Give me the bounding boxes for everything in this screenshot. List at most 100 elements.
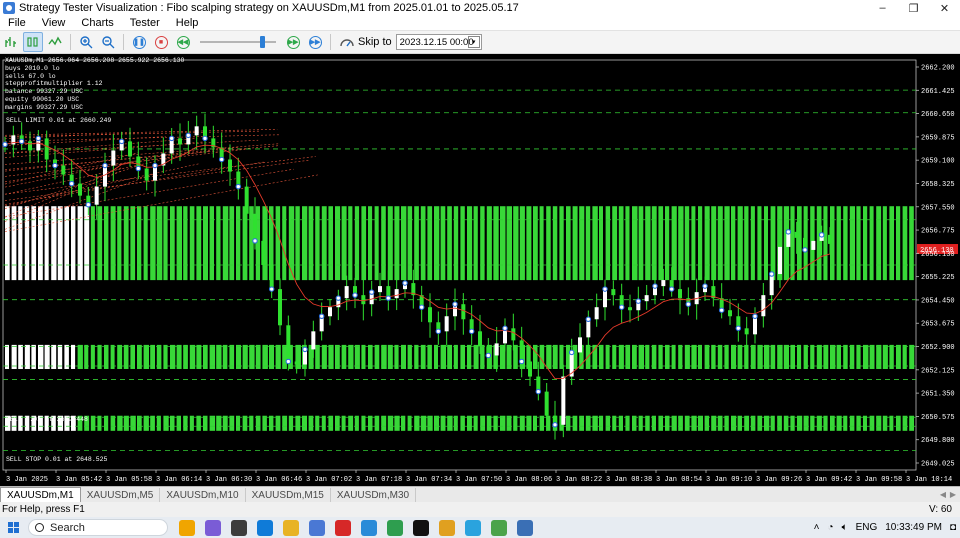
tab-xauusdm-m30[interactable]: XAUUSDm,M30 bbox=[331, 488, 417, 502]
order-zone-bar bbox=[123, 415, 129, 431]
order-zone-bar bbox=[170, 344, 176, 369]
copilot-icon[interactable] bbox=[205, 519, 221, 536]
emoji-app-icon[interactable] bbox=[439, 519, 455, 536]
step-forward-button[interactable]: ▶▶ bbox=[305, 32, 325, 52]
minimize-button[interactable]: – bbox=[867, 0, 898, 16]
scroll-left-icon[interactable]: ◀ bbox=[938, 489, 948, 499]
order-zone-bar bbox=[830, 344, 836, 369]
order-zone-bar bbox=[203, 344, 208, 369]
zoom-out-icon bbox=[102, 36, 115, 49]
order-label-sell-stop: SELL STOP 0.01 at 2648.525 bbox=[6, 456, 108, 463]
order-zone-bar bbox=[783, 415, 789, 431]
network-icon[interactable]: ◔ bbox=[828, 522, 834, 533]
faster-button[interactable]: ▶▶ bbox=[283, 32, 303, 52]
order-trace-line bbox=[4, 148, 247, 177]
order-zone-bar bbox=[434, 415, 440, 431]
language-indicator[interactable]: ENG bbox=[856, 522, 878, 533]
order-zone-bar bbox=[764, 206, 768, 281]
order-zone-bar bbox=[44, 206, 49, 281]
order-zone-bar bbox=[698, 206, 703, 281]
taskbar-search[interactable]: Search bbox=[28, 519, 168, 536]
telegram-icon[interactable] bbox=[465, 519, 481, 536]
file-explorer-icon[interactable] bbox=[283, 519, 299, 536]
speed-slider[interactable] bbox=[200, 34, 276, 50]
restore-button[interactable]: ❐ bbox=[898, 0, 929, 16]
order-zone-bar bbox=[889, 344, 894, 369]
trade-marker bbox=[485, 352, 492, 359]
tradingview-icon[interactable] bbox=[413, 519, 429, 536]
order-zone-bar bbox=[18, 206, 23, 281]
menu-charts[interactable]: Charts bbox=[73, 17, 121, 29]
windows-start-icon[interactable] bbox=[8, 521, 20, 534]
candlestick-chart-button[interactable] bbox=[23, 32, 43, 52]
order-zone-bar bbox=[658, 344, 663, 369]
settings-icon[interactable] bbox=[517, 519, 533, 536]
order-zone-bar bbox=[539, 344, 545, 369]
bar-chart-button[interactable] bbox=[1, 32, 21, 52]
order-zone-bar bbox=[156, 344, 162, 369]
menu-file[interactable]: File bbox=[0, 17, 34, 29]
store-icon[interactable] bbox=[361, 519, 377, 536]
order-zone-bar bbox=[876, 206, 882, 281]
price-tick-label: 2650.575 bbox=[921, 414, 955, 422]
calculator-icon[interactable] bbox=[231, 519, 247, 536]
opera-icon[interactable] bbox=[335, 519, 351, 536]
pause-icon: ❚❚ bbox=[132, 35, 146, 49]
trade-marker bbox=[568, 349, 575, 356]
price-tick-label: 2652.900 bbox=[921, 344, 955, 352]
chrome-icon[interactable] bbox=[387, 519, 403, 536]
trade-marker bbox=[85, 201, 92, 208]
order-zone-bar bbox=[869, 344, 875, 369]
fast-forward-icon: ▶▶ bbox=[286, 35, 300, 49]
edge-icon[interactable] bbox=[257, 519, 273, 536]
trade-marker bbox=[402, 280, 408, 286]
pause-button[interactable]: ❚❚ bbox=[129, 32, 149, 52]
trade-marker bbox=[352, 292, 358, 298]
order-zone-bar bbox=[823, 415, 828, 431]
order-zone-bar bbox=[843, 344, 848, 369]
close-button[interactable]: ✕ bbox=[929, 0, 960, 16]
order-zone-bar bbox=[150, 415, 155, 431]
zoom-in-button[interactable] bbox=[76, 32, 96, 52]
menu-tester[interactable]: Tester bbox=[122, 17, 168, 29]
order-zone-bar bbox=[104, 344, 109, 369]
order-zone-bar bbox=[440, 415, 446, 431]
trade-marker bbox=[785, 229, 792, 235]
notification-icon[interactable]: ◘ bbox=[950, 522, 956, 533]
tab-xauusdm-m15[interactable]: XAUUSDm,M15 bbox=[246, 488, 331, 502]
metatrader-icon[interactable] bbox=[491, 519, 507, 536]
candle-body bbox=[761, 295, 766, 317]
order-zone-bar bbox=[236, 206, 241, 281]
photos-icon[interactable] bbox=[309, 519, 325, 536]
line-chart-button[interactable] bbox=[45, 32, 65, 52]
order-zone-bar bbox=[203, 206, 208, 281]
time-tick-label: 3 Jan 09:42 bbox=[806, 476, 852, 484]
skip-to-date-field[interactable]: 2023.12.15 00:00 ▾ bbox=[395, 34, 482, 50]
widgets-icon[interactable] bbox=[179, 519, 195, 536]
tab-xauusdm-m5[interactable]: XAUUSDm,M5 bbox=[81, 488, 161, 502]
tab-xauusdm-m1[interactable]: XAUUSDm,M1 bbox=[0, 487, 81, 502]
trade-marker bbox=[418, 304, 425, 310]
tab-xauusdm-m10[interactable]: XAUUSDm,M10 bbox=[160, 488, 246, 502]
search-icon bbox=[35, 523, 44, 532]
skip-to-icon[interactable] bbox=[339, 35, 355, 49]
menu-view[interactable]: View bbox=[34, 17, 74, 29]
trade-marker bbox=[368, 289, 375, 295]
menu-help[interactable]: Help bbox=[168, 17, 207, 29]
price-tick-label: 2655.225 bbox=[921, 274, 955, 282]
order-zone-bar bbox=[599, 206, 603, 281]
candle-body bbox=[244, 186, 249, 214]
order-zone-bar bbox=[526, 206, 532, 281]
scroll-right-icon[interactable]: ▶ bbox=[948, 489, 958, 499]
volume-icon[interactable]: 🔈︎ bbox=[842, 522, 848, 533]
calendar-dropdown-icon[interactable]: ▾ bbox=[467, 36, 480, 48]
slower-button[interactable]: ◀◀ bbox=[173, 32, 193, 52]
clock[interactable]: 10:33:49 PM bbox=[885, 522, 942, 533]
info-panel: XAUUSDm,M1 2656.064 2656.208 2655.922 26… bbox=[5, 57, 184, 112]
order-zone-bar bbox=[242, 415, 248, 431]
speed-slider-thumb[interactable] bbox=[260, 36, 265, 48]
stop-button[interactable]: ■ bbox=[151, 32, 171, 52]
zoom-out-button[interactable] bbox=[98, 32, 118, 52]
price-chart[interactable]: 2656.130 2662.200 2661.425 2660.650 2659.875… bbox=[0, 54, 960, 486]
chevron-up-icon[interactable]: ˄ bbox=[814, 522, 820, 533]
